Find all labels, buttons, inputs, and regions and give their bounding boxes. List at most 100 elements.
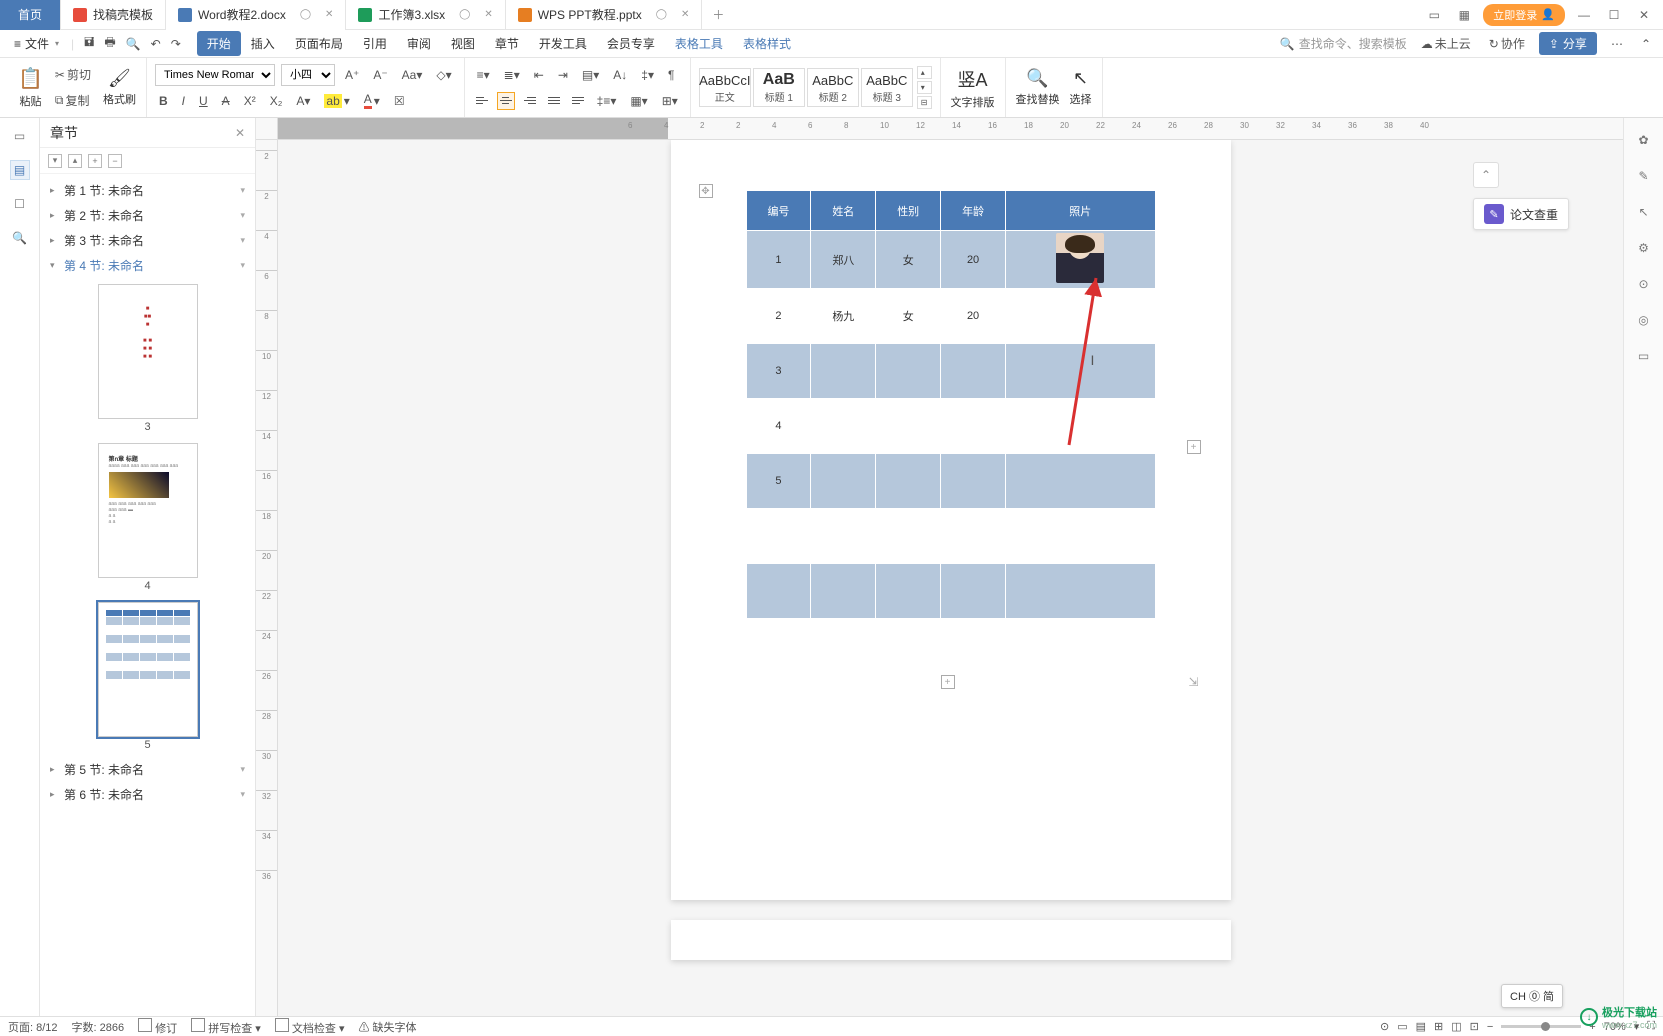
align-right-button[interactable] <box>521 92 539 110</box>
status-doccheck[interactable]: 文档检查 ▾ <box>275 1018 345 1036</box>
bullets-button[interactable]: ≡▾ <box>473 66 494 84</box>
table-cell-photo[interactable] <box>1006 619 1156 674</box>
numbering-button[interactable]: ≣▾ <box>500 66 524 84</box>
nav-tool-add[interactable]: + <box>88 154 102 168</box>
minimize-button[interactable]: — <box>1573 8 1595 22</box>
status-spellcheck[interactable]: 拼写检查 ▾ <box>191 1018 261 1036</box>
table-cell[interactable] <box>876 564 941 619</box>
status-track[interactable]: 修订 <box>138 1018 177 1036</box>
table-cell[interactable] <box>876 399 941 454</box>
table-row[interactable]: 2杨九女20 <box>746 289 1155 344</box>
table-row[interactable] <box>746 619 1155 674</box>
qat-print-icon[interactable]: 🖶 <box>100 31 119 56</box>
table-cell[interactable]: 4 <box>746 399 811 454</box>
status-missing-font[interactable]: ⚠ 缺失字体 <box>358 1019 416 1035</box>
underline-button[interactable]: U <box>195 92 212 110</box>
table-cell[interactable]: 1 <box>746 231 811 289</box>
content-table[interactable]: 编号姓名性别年龄照片 1郑八女202杨九女20345 <box>746 190 1156 674</box>
more-menu[interactable]: ⋯ <box>1607 35 1627 53</box>
menu-页面布局[interactable]: 页面布局 <box>285 31 353 56</box>
chevron-down-icon[interactable]: ▾ <box>240 185 245 196</box>
zoom-out-button[interactable]: − <box>1487 1021 1493 1033</box>
indent-inc-button[interactable]: ⇥ <box>554 66 572 84</box>
select-button[interactable]: ↖选择 <box>1068 64 1094 111</box>
style-heading2[interactable]: AaBbC标题 2 <box>807 68 859 107</box>
view-mode-icon[interactable]: ⊙ <box>1380 1020 1389 1033</box>
shading-button[interactable]: ▦▾ <box>626 92 651 110</box>
status-page[interactable]: 页面: 8/12 <box>8 1019 58 1035</box>
table-move-handle[interactable]: ✥ <box>699 184 713 198</box>
chevron-down-icon[interactable]: ▾ <box>240 210 245 221</box>
tab-home[interactable]: 首页 <box>0 0 61 30</box>
scroll-top-button[interactable]: ⌃ <box>1473 162 1499 188</box>
styles-scroll-up[interactable]: ▴ <box>917 66 932 79</box>
table-cell[interactable]: 5 <box>746 454 811 509</box>
close-icon[interactable]: ✕ <box>325 9 333 20</box>
close-icon[interactable]: ✕ <box>484 9 492 20</box>
cloud-status[interactable]: ☁未上云 <box>1417 33 1475 54</box>
view-print-icon[interactable]: ▭ <box>1397 1020 1407 1033</box>
rail-cloud-icon[interactable]: ⊙ <box>1634 274 1654 294</box>
new-tab-button[interactable]: ＋ <box>702 6 734 23</box>
para-spacing-button[interactable]: ‡≡▾ <box>593 92 621 110</box>
sort-button[interactable]: A↓ <box>609 66 631 84</box>
table-cell[interactable]: 3 <box>746 344 811 399</box>
table-cell[interactable] <box>746 509 811 564</box>
command-search[interactable]: 🔍 查找命令、搜索模板 <box>1280 35 1407 52</box>
strike-button[interactable]: A <box>218 92 234 110</box>
tab-word-doc[interactable]: Word教程2.docx ◯ ✕ <box>166 0 346 30</box>
nav-tool-collapse[interactable]: ▾ <box>48 154 62 168</box>
qat-redo-icon[interactable]: ↷ <box>167 35 185 53</box>
table-header[interactable]: 姓名 <box>811 191 876 231</box>
text-direction-button[interactable]: ▤▾ <box>578 66 603 84</box>
styles-gallery[interactable]: AaBbCcI正文 AaB标题 1 AaBbC标题 2 AaBbC标题 3 ▴ … <box>699 66 932 109</box>
nav-section-item[interactable]: ▸第 2 节: 未命名▾ <box>40 203 255 228</box>
table-header[interactable]: 性别 <box>876 191 941 231</box>
nav-close-button[interactable]: ✕ <box>235 126 245 140</box>
table-cell[interactable]: 郑八 <box>811 231 876 289</box>
italic-button[interactable]: I <box>178 92 189 110</box>
line-spacing-button[interactable]: ‡▾ <box>637 66 658 84</box>
view-outline-icon[interactable]: ⊞ <box>1434 1020 1443 1033</box>
table-cell-photo[interactable] <box>1006 399 1156 454</box>
tab-ppt[interactable]: WPS PPT教程.pptx ◯ ✕ <box>506 0 703 30</box>
styles-more[interactable]: ⊟ <box>917 96 932 109</box>
view-web-icon[interactable]: ▤ <box>1416 1020 1426 1033</box>
chevron-down-icon[interactable]: ▾ <box>240 235 245 246</box>
table-cell[interactable] <box>941 399 1006 454</box>
rail-bookmark-icon[interactable]: ☐ <box>10 194 30 214</box>
nav-section-item[interactable]: ▸第 5 节: 未命名▾ <box>40 757 255 782</box>
collapse-ribbon[interactable]: ⌃ <box>1637 35 1655 53</box>
style-heading3[interactable]: AaBbC标题 3 <box>861 68 913 107</box>
menu-开始[interactable]: 开始 <box>197 31 241 56</box>
zoom-slider[interactable] <box>1501 1025 1581 1028</box>
table-cell[interactable]: 女 <box>876 231 941 289</box>
rail-search-icon[interactable]: 🔍 <box>10 228 30 248</box>
format-painter-button[interactable]: 🖌 格式刷 <box>101 64 138 111</box>
nav-tool-remove[interactable]: − <box>108 154 122 168</box>
status-words[interactable]: 字数: 2866 <box>72 1019 125 1035</box>
nav-section-item[interactable]: ▸第 3 节: 未命名▾ <box>40 228 255 253</box>
document-page[interactable]: ✥ 编号姓名性别年龄照片 1郑八女202杨九女20345 + + ⇲ <box>671 140 1231 900</box>
table-add-col[interactable]: + <box>1187 440 1201 454</box>
char-shading-button[interactable]: ☒ <box>390 92 409 110</box>
table-cell[interactable] <box>811 619 876 674</box>
tab-docer[interactable]: 找稿壳模板 <box>61 0 166 30</box>
table-header[interactable]: 照片 <box>1006 191 1156 231</box>
chevron-down-icon[interactable]: ▾ <box>240 789 245 800</box>
menu-表格样式[interactable]: 表格样式 <box>733 31 801 56</box>
indent-dec-button[interactable]: ⇤ <box>530 66 548 84</box>
window-close-button[interactable]: ✕ <box>1633 8 1655 22</box>
table-cell[interactable]: 20 <box>941 231 1006 289</box>
grow-font-button[interactable]: A⁺ <box>341 66 363 84</box>
subscript-button[interactable]: X₂ <box>266 92 287 110</box>
find-replace-button[interactable]: 🔍查找替换 <box>1014 64 1062 111</box>
table-cell-photo[interactable] <box>1006 289 1156 344</box>
table-row[interactable]: 5 <box>746 454 1155 509</box>
rail-present-icon[interactable]: ▭ <box>1634 346 1654 366</box>
view-read-icon[interactable]: ◫ <box>1451 1020 1461 1033</box>
tab-xls[interactable]: 工作簿3.xlsx ◯ ✕ <box>346 0 505 30</box>
font-size-select[interactable]: 小四 <box>281 64 335 86</box>
menu-审阅[interactable]: 审阅 <box>397 31 441 56</box>
chevron-down-icon[interactable]: ▾ <box>240 764 245 775</box>
